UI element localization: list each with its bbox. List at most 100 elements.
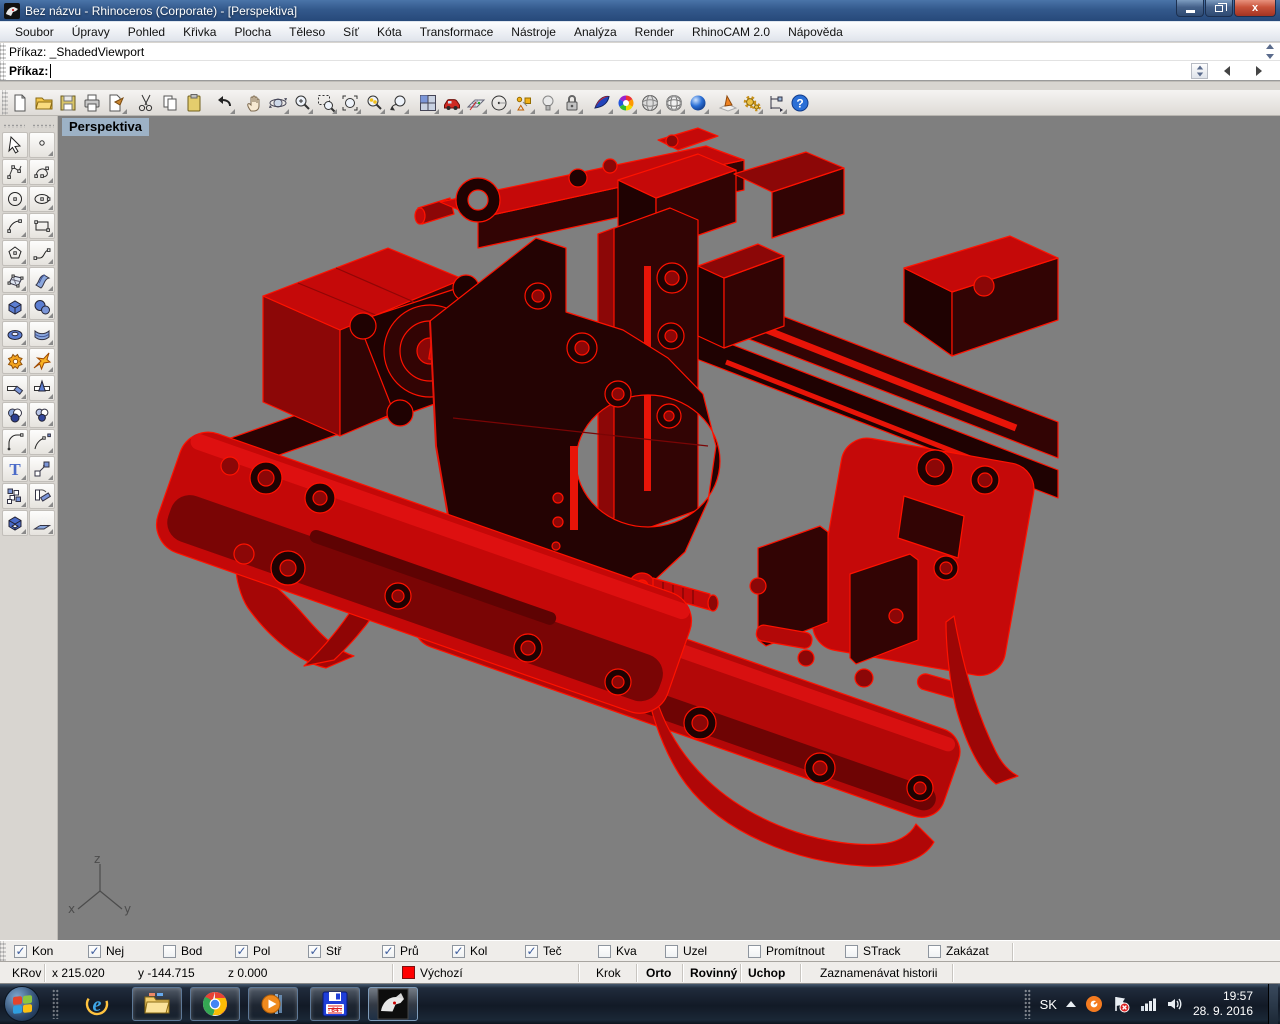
menu-kota[interactable]: Kóta: [368, 23, 411, 41]
copy-icon[interactable]: [158, 91, 182, 115]
boolean-difference-icon[interactable]: [29, 402, 55, 428]
wireframe-viewport-icon[interactable]: [662, 91, 686, 115]
spin-up-icon[interactable]: [1196, 65, 1202, 69]
fillet-curve-icon[interactable]: [2, 429, 28, 455]
scroll-down-icon[interactable]: [1266, 54, 1274, 59]
menu-sit[interactable]: Síť: [334, 23, 368, 41]
history-prev-button[interactable]: [1214, 63, 1240, 79]
antivirus-icon[interactable]: [1085, 995, 1103, 1013]
zoom-in-icon[interactable]: [290, 91, 314, 115]
solid-box-icon[interactable]: [2, 294, 28, 320]
clock[interactable]: 19:57 28. 9. 2016: [1193, 989, 1259, 1019]
split-icon[interactable]: [29, 375, 55, 401]
options-gears-icon[interactable]: [740, 91, 764, 115]
zoom-extents-icon[interactable]: [338, 91, 362, 115]
osnap-strack[interactable]: ✓STrack: [845, 944, 901, 958]
open-file-icon[interactable]: [32, 91, 56, 115]
record-history-icon[interactable]: [764, 91, 788, 115]
taskbar-grip[interactable]: [52, 989, 59, 1019]
checkbox[interactable]: ✓: [163, 945, 176, 958]
plugin-tools-icon[interactable]: [2, 348, 28, 374]
polygon-tool-icon[interactable]: [2, 240, 28, 266]
taskbar-rhinoceros[interactable]: [368, 987, 418, 1021]
checkbox[interactable]: ✓: [308, 945, 321, 958]
osnap-pru[interactable]: ✓Prů: [382, 944, 419, 958]
arc-tool-icon[interactable]: [2, 213, 28, 239]
layer-name[interactable]: Výchozí: [420, 966, 463, 980]
osnap-icon[interactable]: [512, 91, 536, 115]
checkbox[interactable]: ✓: [382, 945, 395, 958]
language-indicator[interactable]: SK: [1040, 997, 1057, 1012]
osnap-kva[interactable]: ✓Kva: [598, 944, 637, 958]
menu-krivka[interactable]: Křivka: [174, 23, 225, 41]
close-button[interactable]: x: [1234, 0, 1276, 17]
menu-analyza[interactable]: Analýza: [565, 23, 626, 41]
save-file-icon[interactable]: [56, 91, 80, 115]
menu-rhinocam[interactable]: RhinoCAM 2.0: [683, 23, 779, 41]
extend-curve-icon[interactable]: [29, 429, 55, 455]
pan-hand-icon[interactable]: [242, 91, 266, 115]
menu-teleso[interactable]: Těleso: [280, 23, 334, 41]
record-history-toggle[interactable]: Zaznamenávat historii: [820, 966, 937, 980]
osnap-nej[interactable]: ✓Nej: [88, 944, 124, 958]
palette-grip[interactable]: [32, 124, 54, 128]
help-icon[interactable]: ?: [788, 91, 812, 115]
checkbox[interactable]: ✓: [598, 945, 611, 958]
osnap-kon[interactable]: ✓Kon: [14, 944, 53, 958]
undo-view-icon[interactable]: [386, 91, 410, 115]
menu-upravy[interactable]: Úpravy: [63, 23, 119, 41]
taskbar-commander-64[interactable]: -64-: [310, 987, 360, 1021]
checkbox[interactable]: ✓: [928, 945, 941, 958]
command-spinner[interactable]: [1191, 63, 1208, 79]
undo-icon[interactable]: [212, 91, 236, 115]
array-tool-icon[interactable]: [2, 483, 28, 509]
car-move-icon[interactable]: [440, 91, 464, 115]
viewport-layout-icon[interactable]: [416, 91, 440, 115]
blend-curve-icon[interactable]: [29, 240, 55, 266]
layer-color-swatch[interactable]: [402, 966, 415, 979]
surface-patch-icon[interactable]: [29, 321, 55, 347]
network-signal-icon[interactable]: [1139, 995, 1157, 1013]
rotate-tool-icon[interactable]: [29, 483, 55, 509]
planar-toggle[interactable]: Rovinný: [690, 966, 737, 980]
taskbar-chrome[interactable]: [190, 987, 240, 1021]
scroll-up-icon[interactable]: [1266, 44, 1274, 49]
menu-transformace[interactable]: Transformace: [411, 23, 503, 41]
menu-napoveda[interactable]: Nápověda: [779, 23, 852, 41]
shaded-viewport-icon[interactable]: [638, 91, 662, 115]
loft-surface-icon[interactable]: [29, 267, 55, 293]
palette-grip[interactable]: [3, 124, 25, 128]
text-tool-icon[interactable]: T: [2, 456, 28, 482]
trim-icon[interactable]: [2, 375, 28, 401]
direction-cone-icon[interactable]: [716, 91, 740, 115]
interpolate-curve-icon[interactable]: [29, 159, 55, 185]
control-curve-icon[interactable]: [2, 159, 28, 185]
menu-render[interactable]: Render: [626, 23, 683, 41]
export-icon[interactable]: [104, 91, 128, 115]
rotate-view-icon[interactable]: [266, 91, 290, 115]
menu-plocha[interactable]: Plocha: [225, 23, 280, 41]
osnap-pol[interactable]: ✓Pol: [235, 944, 270, 958]
cplane-indicator[interactable]: KRov: [12, 966, 41, 980]
osnap-zakazat[interactable]: ✓Zakázat: [928, 944, 989, 958]
checkbox[interactable]: ✓: [665, 945, 678, 958]
menu-soubor[interactable]: Soubor: [6, 23, 63, 41]
paste-icon[interactable]: [182, 91, 206, 115]
render-fin-icon[interactable]: [590, 91, 614, 115]
rectangle-tool-icon[interactable]: [29, 213, 55, 239]
lock-icon[interactable]: [560, 91, 584, 115]
osnap-grip[interactable]: [0, 941, 6, 961]
solid-torus-icon[interactable]: [2, 321, 28, 347]
surface-points-icon[interactable]: [2, 267, 28, 293]
checkbox[interactable]: ✓: [748, 945, 761, 958]
checkbox[interactable]: ✓: [88, 945, 101, 958]
checkbox[interactable]: ✓: [452, 945, 465, 958]
circle-tool-icon[interactable]: [2, 186, 28, 212]
select-tool-icon[interactable]: [2, 132, 28, 158]
osnap-toggle-status[interactable]: Uchop: [748, 966, 785, 980]
cut-icon[interactable]: [134, 91, 158, 115]
extrude-surface-icon[interactable]: [29, 510, 55, 536]
boolean-union-icon[interactable]: [2, 402, 28, 428]
menu-nastroje[interactable]: Nástroje: [502, 23, 565, 41]
print-icon[interactable]: [80, 91, 104, 115]
